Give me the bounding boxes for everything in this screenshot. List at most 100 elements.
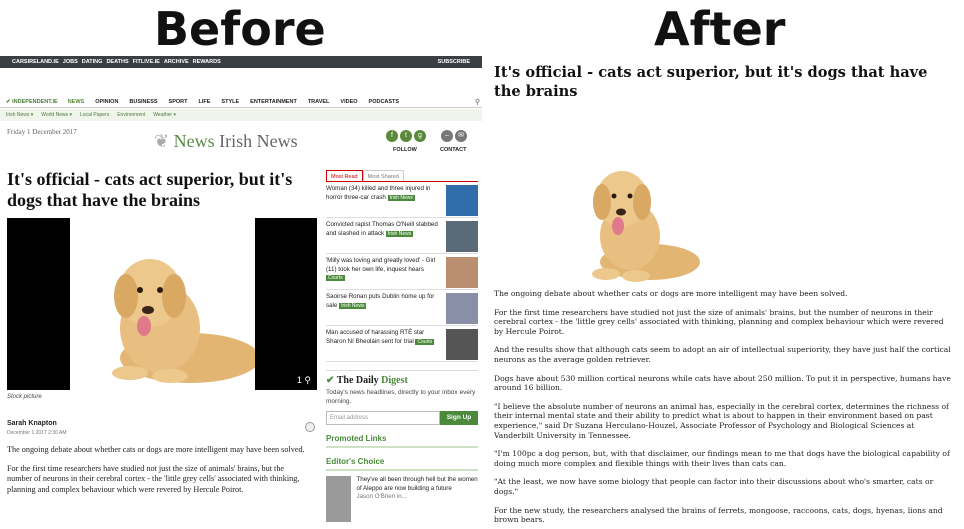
digest-description: Today's news headlines, directly to your… [326,389,476,405]
article-body: The ongoing debate about whether cats or… [7,445,307,503]
subnav-local-papers[interactable]: Local Papers [80,112,109,118]
zoom-icon: ⚲ [304,375,311,385]
reader-paragraph: "I'm 100pc a dog person, but, with that … [494,449,950,468]
most-read-item[interactable]: Convicted rapist Thomas O'Neill stabbed … [326,218,478,254]
subnav-environment[interactable]: Environment [117,112,145,118]
reader-photo [570,144,700,284]
editors-choice-byline: Jason O'Brien in... [356,493,407,500]
sidebar: Most Read Most Shared Woman (34) killed … [326,170,478,522]
nav-item-podcasts[interactable]: PODCASTS [369,99,400,105]
subscribe-link[interactable]: SUBSCRIBE [438,59,470,65]
most-read-title: 'Milly was loving and greatly loved' - G… [326,257,436,273]
before-label: Before [154,2,326,56]
search-icon[interactable]: ⚲ [475,98,480,106]
contact-label: CONTACT [440,147,467,153]
mail-icon[interactable]: ✉ [455,130,467,142]
nav-item-style[interactable]: STYLE [221,99,239,105]
nav-item-news[interactable]: NEWS [68,99,85,105]
photo-frame [70,218,260,390]
contact-icon[interactable]: – [441,130,453,142]
photo-count-number: 1 [296,375,302,385]
reader-paragraph: For the new study, the researchers analy… [494,505,943,525]
tab-most-shared[interactable]: Most Shared [362,170,404,181]
reader-paragraph: "I believe the absolute number of neuron… [494,401,949,440]
nav-item-opinion[interactable]: OPINION [95,99,118,105]
most-read-title: Convicted rapist Thomas O'Neill stabbed … [326,221,438,237]
facebook-icon[interactable]: f [386,130,398,142]
nav-item-travel[interactable]: TRAVEL [308,99,330,105]
author-name[interactable]: Sarah Knapton [7,420,57,427]
most-read-title: Man accused of harassing RTÉ star Sharon… [326,329,425,345]
topbar-link-archive[interactable]: ARCHIVE [164,59,189,65]
masthead-section: Irish News [219,131,298,151]
reader-paragraph: For the first time researchers have stud… [494,307,944,336]
most-read-thumbnail [446,329,478,360]
promoted-links-heading: Promoted Links [326,434,478,448]
editors-choice-text: They've all been through hell but the wo… [357,476,479,522]
most-read-text: 'Milly was loving and greatly loved' - G… [326,257,438,289]
site-logo[interactable]: ✔ INDEPENDENT.IE [6,99,58,105]
topbar-link-deaths[interactable]: DEATHS [106,59,128,65]
dog-photo-icon [592,171,700,282]
most-read-item[interactable]: Woman (34) killed and three injured in h… [326,182,478,218]
nav-item-business[interactable]: BUSINESS [129,99,157,105]
most-read-thumbnail [446,293,478,324]
nav-item-entertainment[interactable]: ENTERTAINMENT [250,99,297,105]
digest-title-the: The Daily [336,375,379,386]
contact-icons: – ✉ [441,130,467,142]
most-read-tabs: Most Read Most Shared [326,170,478,182]
category-badge: Irish News [385,230,414,237]
editors-choice-title: They've all been through hell but the wo… [356,476,478,492]
reader-paragraph: And the results show that although cats … [494,345,951,364]
most-read-text: Convicted rapist Thomas O'Neill stabbed … [326,221,438,253]
article-headline: It's official - cats act superior, but i… [7,169,293,210]
reader-paragraph: The ongoing debate about whether cats or… [494,289,848,298]
most-read-text: Woman (34) killed and three injured in h… [326,185,438,217]
most-read-item[interactable]: Man accused of harassing RTÉ star Sharon… [326,326,478,362]
twitter-icon[interactable]: t [400,130,412,142]
nav-item-life[interactable]: LIFE [199,99,211,105]
photo-caption: Stock picture [7,394,42,400]
subnav-weather[interactable]: Weather ▾ [153,112,176,118]
article-photo[interactable]: 1 ⚲ [7,218,317,390]
category-badge: Irish News [339,302,367,309]
after-label: After [654,2,786,56]
subnav-irish-news[interactable]: Irish News ▾ [6,112,33,118]
topbar-link-jobs[interactable]: JOBS [63,59,78,65]
editors-choice-thumbnail [326,476,351,522]
nav-item-video[interactable]: VIDEO [340,99,357,105]
most-read-item[interactable]: Saoirse Ronan puts Dublin home up for sa… [326,290,478,326]
photo-count[interactable]: 1 ⚲ [297,375,311,386]
topbar-link-rewards[interactable]: REWARDS [193,59,221,65]
tab-most-read[interactable]: Most Read [326,170,363,181]
most-read-item[interactable]: 'Milly was loving and greatly loved' - G… [326,254,478,290]
logo-text: INDEPENDENT.IE [12,98,58,105]
topbar-link-fitlive[interactable]: FITLIVE.IE [133,59,160,65]
body-paragraph: For the first time researchers have stud… [7,463,300,494]
topbar-link-carsireland[interactable]: CARSIRELAND.IE [12,59,59,65]
most-read-text: Saoirse Ronan puts Dublin home up for sa… [326,293,438,325]
editors-choice-item[interactable]: They've all been through hell but the wo… [326,476,478,522]
dog-photo-icon [112,259,260,383]
section-masthead: ❦ News Irish News [154,131,298,152]
signup-form: Email address Sign Up [326,411,478,425]
topbar-link-dating[interactable]: DATING [82,59,103,65]
reader-body: The ongoing debate about whether cats or… [494,289,954,529]
email-field[interactable]: Email address [326,411,440,425]
author-mail-icon[interactable] [305,422,315,432]
nav-item-sport[interactable]: SPORT [169,99,188,105]
category-badge: Courts [415,338,435,345]
subnav-world-news[interactable]: World News ▾ [41,112,72,118]
top-utility-bar: CARSIRELAND.IE JOBS DATING DEATHS FITLIV… [0,56,482,68]
most-read-text: Man accused of harassing RTÉ star Sharon… [326,329,438,361]
masthead-leaf-icon: ❦ [154,131,174,151]
most-read-thumbnail [446,185,478,216]
masthead-news: News [173,131,215,151]
category-badge: Irish News [387,194,415,201]
editors-choice-heading: Editor's Choice [326,457,478,471]
before-panel: CARSIRELAND.IE JOBS DATING DEATHS FITLIV… [0,56,482,529]
article-date: December 1 2017 2:30 AM [7,430,67,436]
signup-button[interactable]: Sign Up [440,411,478,425]
google-plus-icon[interactable]: g [414,130,426,142]
category-badge: Courts [326,275,345,281]
